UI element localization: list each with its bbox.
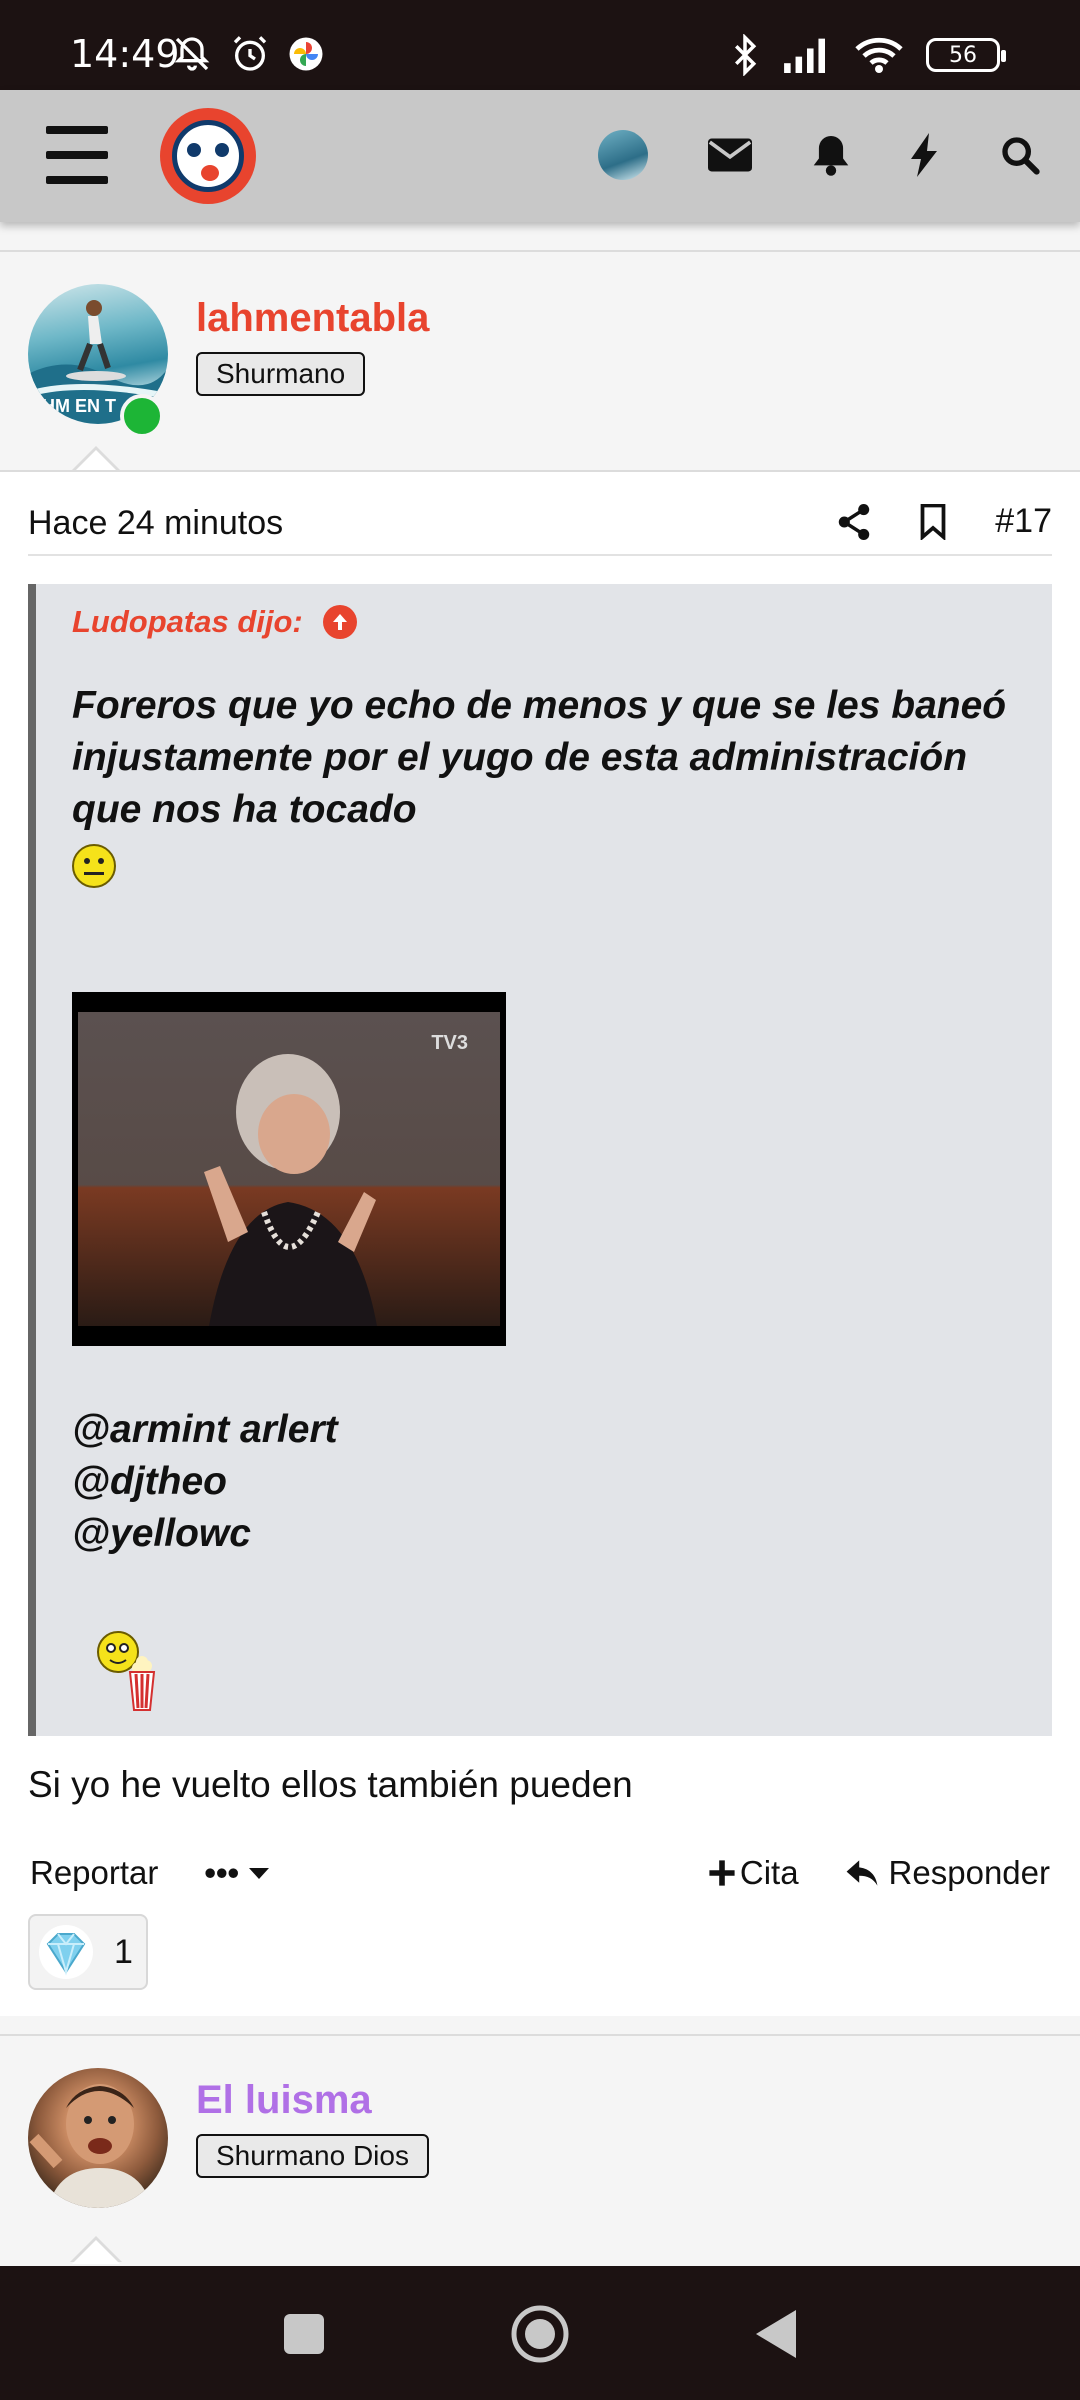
- post-body: Hace 24 minutos #17 Ludopatas dijo: Fore…: [0, 470, 1080, 2016]
- popcorn-smiley-icon: [97, 1631, 156, 1711]
- plus-icon: [709, 1860, 735, 1886]
- reply-arrow-icon: [846, 1860, 877, 1886]
- search-icon[interactable]: [1000, 135, 1040, 175]
- reaction-count: 1: [114, 1932, 133, 1971]
- arrow-up-icon[interactable]: [322, 605, 357, 639]
- quote-block: Ludopatas dijo: Foreros que yo echo de m…: [28, 584, 1052, 1736]
- mentions-list: @armint arlert @djtheo @yellowc: [72, 1404, 338, 1560]
- menu-icon[interactable]: [46, 126, 108, 184]
- quote-text: Foreros que yo echo de menos y que se le…: [72, 684, 1007, 831]
- mention-link[interactable]: @armint arlert: [72, 1404, 338, 1456]
- post-actions: Reportar ••• Cita Responder: [30, 1854, 1050, 1904]
- quote-header: Ludopatas dijo:: [72, 604, 357, 640]
- envelope-icon[interactable]: [708, 138, 752, 172]
- post-message: Si yo he vuelto ellos también pueden: [28, 1764, 633, 1805]
- site-logo[interactable]: [160, 108, 256, 204]
- online-indicator: [120, 394, 164, 438]
- system-nav-bar: [0, 2266, 1080, 2400]
- author-name[interactable]: El luisma: [196, 2078, 372, 2123]
- app-header: [0, 90, 1080, 222]
- author-avatar[interactable]: [28, 2068, 168, 2208]
- user-avatar[interactable]: [598, 130, 648, 180]
- neutral-smiley-icon: [72, 844, 116, 888]
- wifi-icon: [855, 37, 903, 73]
- report-button[interactable]: Reportar: [30, 1854, 158, 1892]
- status-time: 14:49: [70, 32, 180, 76]
- post-number[interactable]: #17: [995, 502, 1052, 541]
- bookmark-icon[interactable]: [919, 503, 947, 540]
- diamond-reaction-icon: [39, 1925, 93, 1979]
- post-author-header: HM EN T lahmentabla Shurmano: [0, 250, 1080, 474]
- bolt-icon[interactable]: [910, 133, 940, 177]
- gif-watermark: TV3: [431, 1032, 468, 1054]
- reply-button[interactable]: Responder: [845, 1854, 1050, 1892]
- quote-button[interactable]: Cita: [708, 1854, 799, 1892]
- post-time[interactable]: Hace 24 minutos: [28, 504, 283, 543]
- mention-link[interactable]: @yellowc: [72, 1508, 338, 1560]
- mention-link[interactable]: @djtheo: [72, 1456, 338, 1508]
- bluetooth-icon: [735, 34, 757, 76]
- back-button[interactable]: [754, 2308, 798, 2360]
- signal-icon: [784, 38, 825, 73]
- quote-author[interactable]: Ludopatas dijo:: [72, 604, 303, 640]
- post-card: HM EN T lahmentabla Shurmano Hace 24 min…: [0, 250, 1080, 2020]
- bell-icon[interactable]: [812, 134, 850, 176]
- status-bar: 14:49 56: [0, 0, 1080, 90]
- author-rank-badge: Shurmano Dios: [196, 2134, 429, 2178]
- recents-button[interactable]: [282, 2312, 326, 2356]
- bell-off-icon: [174, 37, 210, 71]
- photos-icon: [289, 37, 323, 71]
- reaction-summary[interactable]: 1: [28, 1914, 148, 1990]
- author-name[interactable]: lahmentabla: [196, 296, 429, 341]
- avatar-caption: HM EN T: [42, 396, 116, 416]
- author-rank-badge: Shurmano: [196, 352, 366, 396]
- home-button[interactable]: [510, 2304, 570, 2364]
- more-actions-button[interactable]: •••: [204, 1854, 270, 1892]
- quoted-gif-image[interactable]: TV3: [72, 992, 506, 1346]
- post-meta-row: Hace 24 minutos #17: [28, 500, 1052, 556]
- share-icon[interactable]: [837, 503, 871, 540]
- post-pointer: [72, 2240, 120, 2264]
- alarm-icon: [233, 36, 267, 71]
- battery-icon: 56: [926, 38, 1006, 72]
- next-post-header: El luisma Shurmano Dios: [0, 2034, 1080, 2264]
- chevron-down-icon: [249, 1868, 270, 1879]
